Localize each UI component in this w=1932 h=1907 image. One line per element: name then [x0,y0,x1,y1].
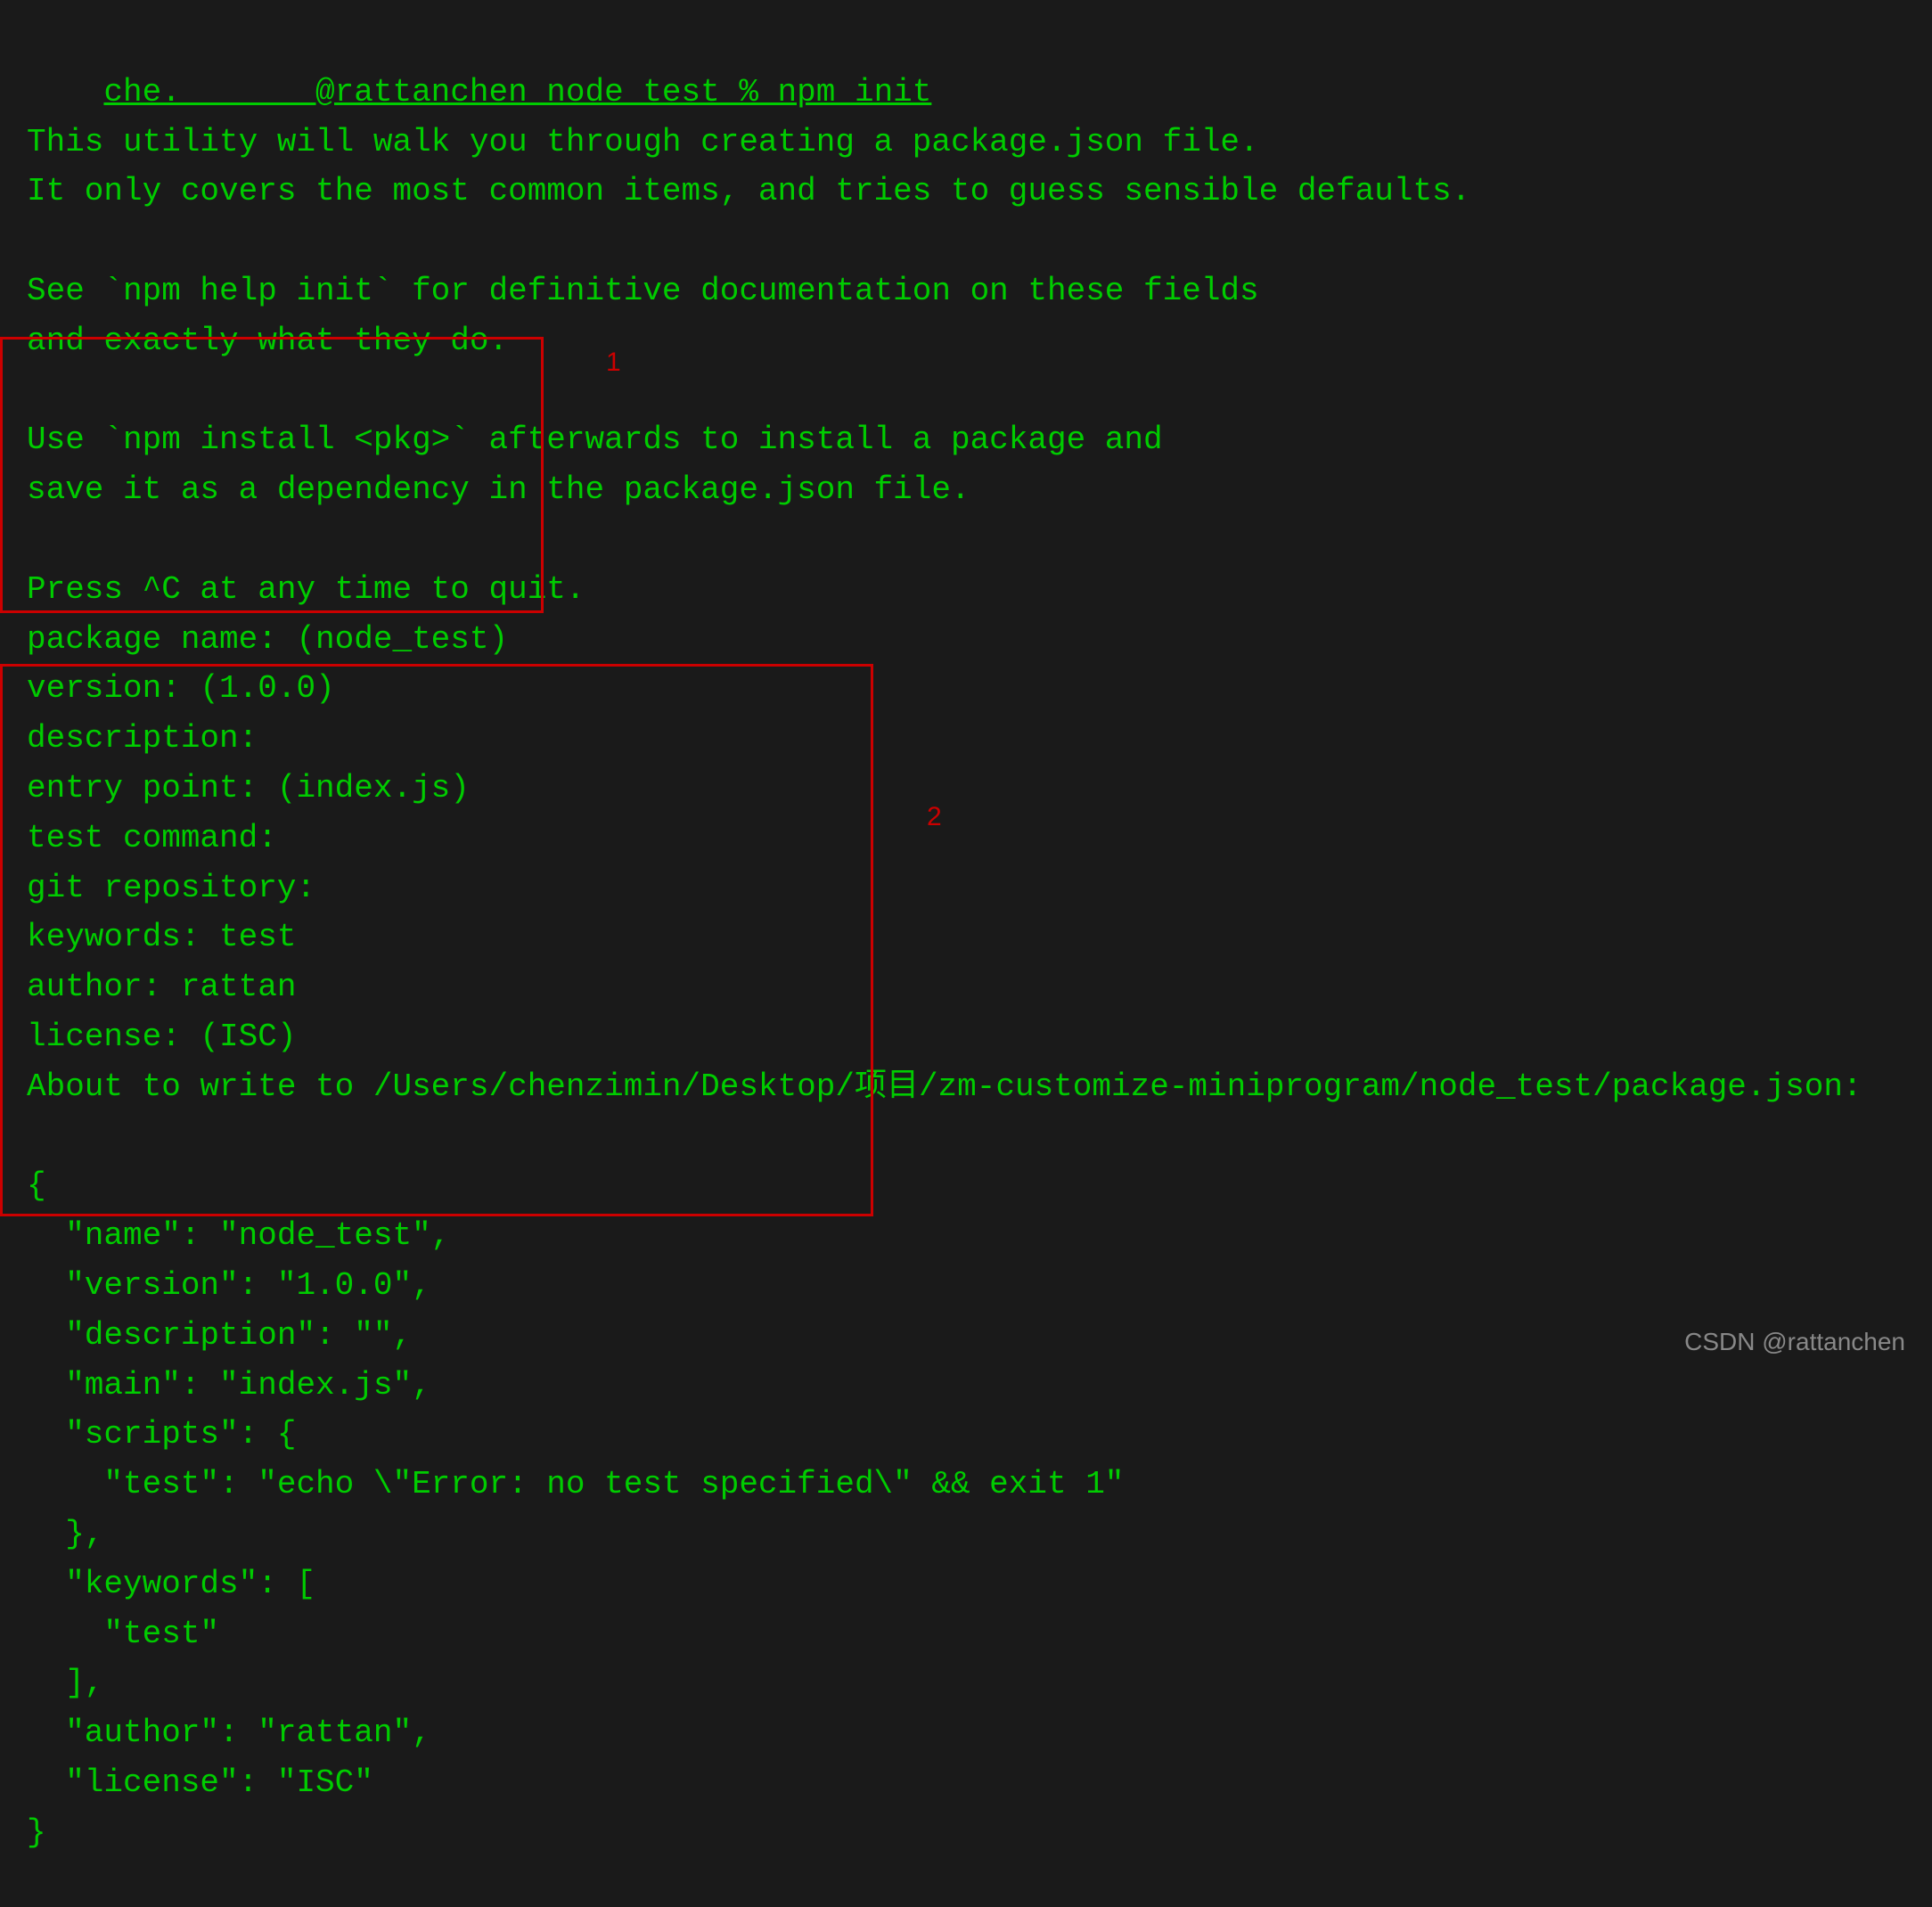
author: author: rattan [27,969,296,1005]
json-keywords: "keywords": [ [27,1566,315,1602]
json-scripts-close: }, [27,1516,103,1552]
json-description: "description": "", [27,1317,412,1354]
json-close: } [27,1814,46,1851]
test-command: test command: [27,820,277,856]
description: description: [27,720,258,757]
line-2: It only covers the most common items, an… [27,173,1470,209]
json-open: { [27,1167,46,1204]
license: license: (ISC) [27,1019,296,1055]
terminal-content: che. @rattanchen node_test % npm init Th… [27,18,1905,1907]
annotation-label-1: 1 [606,348,621,378]
entry-point: entry point: (index.js) [27,770,470,806]
line-3: See `npm help init` for definitive docum… [27,273,1259,309]
git-repo: git repository: [27,870,315,906]
version: version: (1.0.0) [27,670,335,707]
line-5: Use `npm install <pkg>` afterwards to in… [27,422,1163,458]
json-author: "author": "rattan", [27,1715,431,1751]
json-version: "version": "1.0.0", [27,1267,431,1304]
line-7: Press ^C at any time to quit. [27,571,585,608]
prompt-line: che. @rattanchen node_test % npm init [103,74,931,110]
keywords: keywords: test [27,919,296,955]
watermark: CSDN @rattanchen [1684,1328,1905,1356]
annotation-label-2: 2 [927,802,942,832]
json-keywords-close: ], [27,1665,103,1701]
line-4: and exactly what they do. [27,323,508,359]
pkg-name: package name: (node_test) [27,621,508,658]
json-main: "main": "index.js", [27,1367,431,1404]
json-test-keyword: "test" [27,1616,219,1652]
npm-init-command: che. @rattanchen node_test % npm init [103,74,931,110]
line-1: This utility will walk you through creat… [27,124,1259,160]
line-6: save it as a dependency in the package.j… [27,471,970,508]
json-test: "test": "echo \"Error: no test specified… [27,1466,1124,1502]
json-license: "license": "ISC" [27,1764,373,1801]
json-scripts: "scripts": { [27,1416,296,1453]
about-to-write: About to write to /Users/chenzimin/Deskt… [27,1068,1862,1105]
json-name: "name": "node_test", [27,1217,450,1254]
terminal-window: che. @rattanchen node_test % npm init Th… [0,0,1932,1374]
